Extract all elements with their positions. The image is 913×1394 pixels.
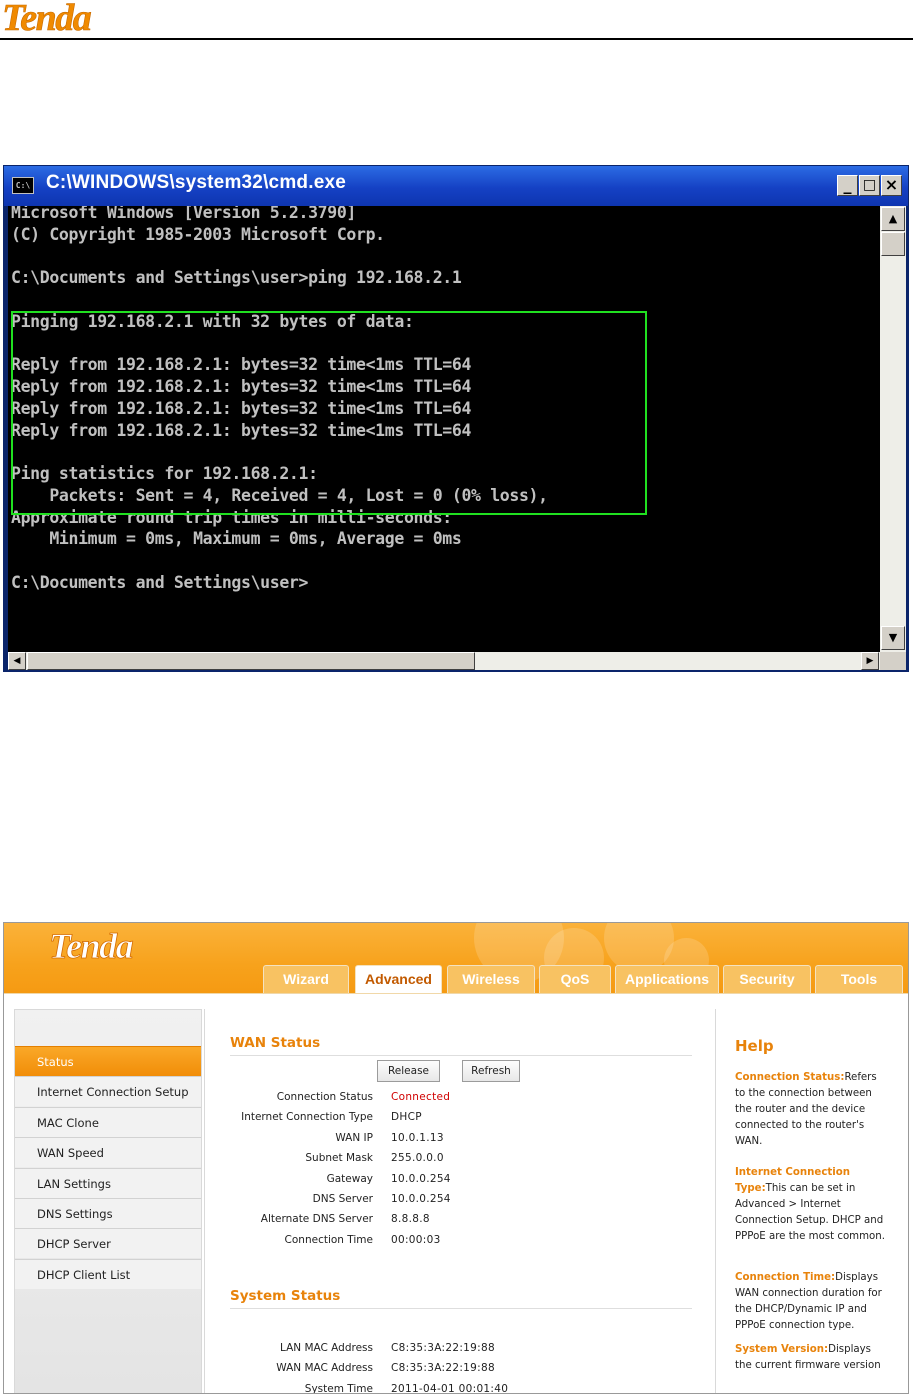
horizontal-scroll-thumb[interactable] [27, 652, 475, 670]
tab-advanced[interactable]: Advanced [355, 965, 442, 993]
status-value: 10.0.0.254 [391, 1193, 451, 1205]
sidebar-item-lan-settings[interactable]: LAN Settings [15, 1167, 201, 1198]
help-entry-heading: Connection Status: [735, 1072, 845, 1083]
help-entry-text: Refers to the connection between the rou… [735, 1072, 877, 1147]
help-entry: Connection Status:Refers to the connecti… [735, 1070, 887, 1150]
status-value: 255.0.0.0 [391, 1152, 444, 1165]
refresh-button[interactable]: Refresh [462, 1060, 520, 1082]
console-line: Microsoft Windows [Version 5.2.3790] [11, 206, 357, 222]
tab-applications[interactable]: Applications [615, 965, 719, 993]
system-status-title: System Status [230, 1288, 341, 1304]
status-label: Connection Status [276, 1091, 373, 1103]
cmd-title-bar[interactable]: C:\ C:\WINDOWS\system32\cmd.exe _ □ × [4, 166, 908, 206]
tab-wizard[interactable]: Wizard [263, 965, 349, 993]
sidebar-item-dns-settings[interactable]: DNS Settings [15, 1198, 201, 1228]
scroll-down-arrow-icon[interactable]: ▼ [881, 626, 905, 650]
status-value: C8:35:3A:22:19:88 [391, 1362, 495, 1375]
status-label: Alternate DNS Server [260, 1213, 373, 1226]
cmd-window-title: C:\WINDOWS\system32\cmd.exe [46, 172, 346, 193]
svg-text:Tenda: Tenda [49, 929, 134, 961]
console-line: C:\Documents and Settings\user> [11, 572, 309, 592]
console-line: C:\Documents and Settings\user>ping 192.… [11, 268, 462, 288]
help-entry-heading: System Version: [735, 1344, 829, 1355]
help-entry: System Version:Displays the current firm… [735, 1342, 887, 1374]
sidebar-item-status[interactable]: Status [15, 1046, 201, 1076]
status-label: Internet Connection Type [241, 1111, 373, 1124]
section-divider [230, 1308, 692, 1309]
help-panel: Help Connection Status:Refers to the con… [720, 1009, 908, 1393]
status-label: System Time [304, 1382, 373, 1394]
sidebar-nav: Status Internet Connection Setup MAC Clone… [14, 1009, 202, 1393]
wan-status-title: WAN Status [230, 1035, 321, 1051]
status-label: Gateway [326, 1172, 373, 1185]
scroll-up-arrow-icon[interactable]: ▲ [881, 207, 905, 231]
status-badge: Connected [391, 1091, 451, 1103]
status-value: 10.0.0.254 [391, 1172, 451, 1185]
vertical-scrollbar[interactable]: ▲ ▼ [880, 206, 906, 652]
status-value: C8:35:3A:22:19:88 [391, 1342, 495, 1354]
status-value: 00:00:03 [391, 1233, 441, 1246]
help-entry-heading: Connection Time: [735, 1272, 836, 1283]
router-header: Tenda Wizard Advanced Wireless QoS Applicati… [4, 923, 908, 993]
maximize-button[interactable]: □ [859, 175, 880, 196]
ping-result-highlight [11, 311, 647, 515]
console-line: (C) Copyright 1985-2003 Microsoft Corp. [11, 224, 385, 244]
status-label: DNS Server [312, 1193, 373, 1205]
router-tenda-logo: Tenda [49, 929, 136, 961]
header-band [4, 993, 908, 1001]
help-entry: Connection Time:Displays WAN connection … [735, 1270, 887, 1334]
vertical-scroll-thumb[interactable] [881, 232, 905, 256]
console-line: Minimum = 0ms, Maximum = 0ms, Average = … [11, 529, 462, 549]
svg-text:Tenda: Tenda [2, 0, 92, 34]
horizontal-scrollbar[interactable]: ◀ ▶ [8, 652, 880, 670]
resize-grip-icon[interactable] [880, 652, 906, 670]
status-value: 2011-04-01 00:01:40 [391, 1382, 509, 1394]
minimize-button[interactable]: _ [837, 175, 858, 196]
sidebar-item-wan-speed[interactable]: WAN Speed [15, 1137, 201, 1168]
sidebar-item-internet-connection-setup[interactable]: Internet Connection Setup [15, 1076, 201, 1107]
tenda-logo: Tenda [2, 0, 94, 34]
header-rule [0, 38, 913, 40]
scroll-right-arrow-icon[interactable]: ▶ [861, 652, 879, 670]
status-label: Subnet Mask [305, 1152, 373, 1165]
cmd-app-icon: C:\ [12, 177, 34, 194]
tab-wireless[interactable]: Wireless [447, 965, 535, 993]
router-admin-window: Tenda Wizard Advanced Wireless QoS Applicati… [3, 922, 909, 1394]
help-title: Help [735, 1037, 774, 1055]
cmd-window: C:\ C:\WINDOWS\system32\cmd.exe _ □ × Mi… [3, 165, 909, 672]
release-button[interactable]: Release [377, 1060, 440, 1082]
tab-qos[interactable]: QoS [539, 965, 611, 993]
status-label: WAN IP [335, 1131, 373, 1144]
cmd-console[interactable]: Microsoft Windows [Version 5.2.3790] (C) … [8, 206, 880, 652]
status-value: 8.8.8.8 [391, 1213, 430, 1226]
status-panel: WAN Status Connection Status Connected Int… [204, 1009, 716, 1394]
section-divider [230, 1055, 692, 1056]
tab-tools[interactable]: Tools [815, 965, 903, 993]
scroll-left-arrow-icon[interactable]: ◀ [8, 652, 26, 670]
sidebar-item-dhcp-client-list[interactable]: DHCP Client List [15, 1258, 201, 1289]
close-button[interactable]: × [881, 175, 902, 196]
tab-security[interactable]: Security [723, 965, 811, 993]
status-value: 10.0.1.13 [391, 1131, 444, 1144]
status-value: DHCP [391, 1111, 422, 1124]
sidebar-item-mac-clone[interactable]: MAC Clone [15, 1106, 201, 1137]
status-label: WAN MAC Address [276, 1362, 373, 1375]
status-label: Connection Time [284, 1233, 373, 1246]
sidebar-item-dhcp-server[interactable]: DHCP Server [15, 1228, 201, 1259]
status-label: LAN MAC Address [279, 1342, 373, 1354]
help-entry: Internet Connection Type:This can be set… [735, 1165, 887, 1245]
